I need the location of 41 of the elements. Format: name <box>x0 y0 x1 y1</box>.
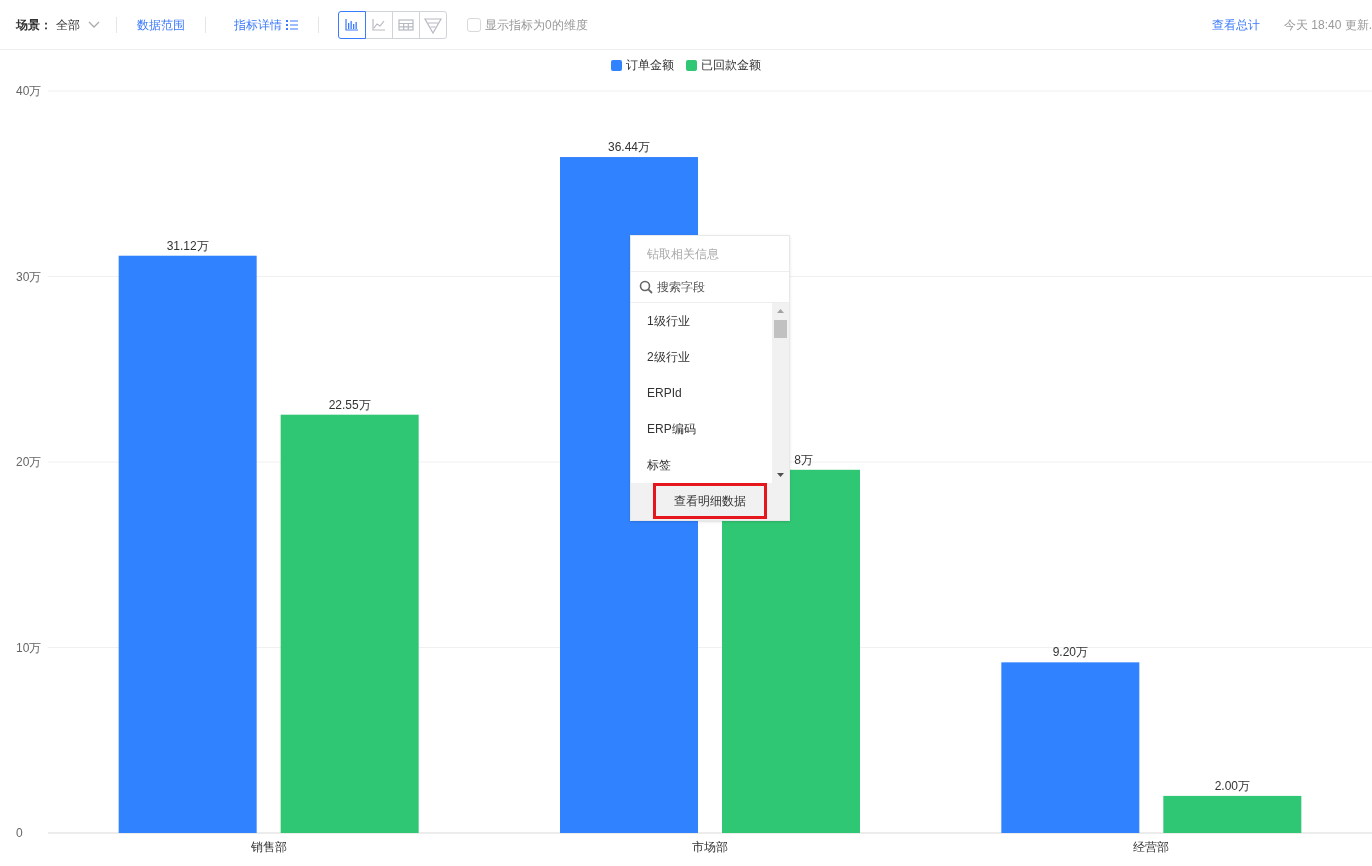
chevron-down-icon <box>88 20 100 29</box>
scroll-down-arrow-icon[interactable] <box>777 472 784 477</box>
view-total-link[interactable]: 查看总计 <box>1211 15 1260 34</box>
scrollbar-thumb[interactable] <box>774 319 787 338</box>
value-label: 31.12万 <box>166 238 209 253</box>
funnel-icon <box>423 15 443 34</box>
value-label: 22.55万 <box>328 397 371 412</box>
category-label: 销售部 <box>250 840 287 854</box>
value-label: 36.44万 <box>608 140 650 155</box>
data-range-link[interactable]: 数据范围 <box>137 15 185 34</box>
axis-tick-label: 40万 <box>16 84 42 98</box>
legend-label[interactable]: 订单金额 <box>626 56 674 74</box>
scene-label: 场景： <box>16 16 52 34</box>
axis-tick-label: 0 <box>16 826 23 840</box>
axis-tick-label: 30万 <box>16 269 42 284</box>
category-label: 经营部 <box>1133 840 1170 854</box>
drill-menu-item[interactable]: 1级行业 <box>631 302 772 339</box>
drill-menu-item[interactable]: ERPId <box>631 374 772 411</box>
axis-tick-label: 10万 <box>16 640 42 655</box>
scroll-up-arrow-icon[interactable] <box>777 308 784 313</box>
drill-menu-item[interactable]: ERP编码 <box>631 410 772 447</box>
search-icon <box>639 280 653 294</box>
drill-menu-title: 钻取相关信息 <box>631 236 789 273</box>
bar[interactable] <box>1163 795 1302 833</box>
view-details-button[interactable]: 查看明细数据 <box>653 483 767 520</box>
list-icon <box>286 19 298 30</box>
drill-menu-item[interactable]: 标签 <box>631 446 772 483</box>
value-label: 9.20万 <box>1052 645 1088 660</box>
axis-tick-label: 20万 <box>16 455 42 469</box>
legend-label[interactable]: 已回款金额 <box>701 56 761 74</box>
update-time: 今天 18:40 更新. <box>1283 16 1372 34</box>
value-label: 8万 <box>794 452 813 467</box>
scrollbar[interactable] <box>772 302 789 483</box>
bar[interactable] <box>1001 662 1140 833</box>
chart-type-button[interactable] <box>338 10 366 39</box>
category-label: 市场部 <box>692 840 728 854</box>
value-label: 2.00万 <box>1214 778 1250 793</box>
search-field[interactable]: 搜索字段 <box>657 278 777 296</box>
metric-details-link[interactable]: 指标详情 <box>234 15 298 34</box>
scene-dropdown[interactable]: 全部 <box>56 15 100 34</box>
drill-menu-item[interactable]: 2级行业 <box>631 338 772 375</box>
